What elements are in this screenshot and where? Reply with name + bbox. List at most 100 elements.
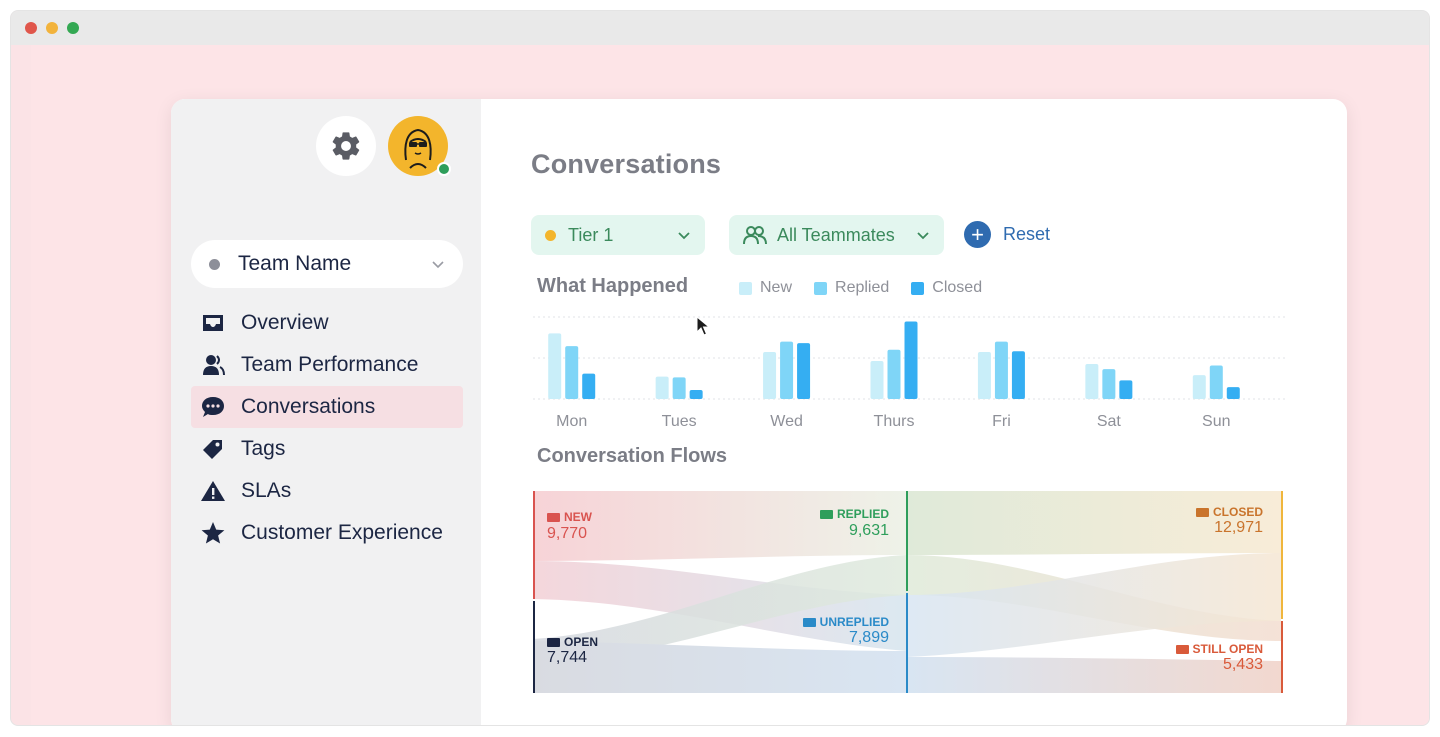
teammates-filter-dropdown[interactable]: All Teammates xyxy=(729,215,944,255)
sidebar-item-team-performance[interactable]: Team Performance xyxy=(191,344,463,386)
tier-filter-label: Tier 1 xyxy=(568,224,614,245)
browser-window: Team Name Overview Team Performance Conv… xyxy=(10,10,1430,726)
sidebar-item-label: SLAs xyxy=(241,479,292,502)
what-happened-title: What Happened xyxy=(537,275,689,297)
sidebar-nav: Overview Team Performance Conversations xyxy=(191,302,463,554)
x-tick-label: Mon xyxy=(556,413,587,430)
node-bar-still-open xyxy=(1281,621,1283,693)
node-value-new: 9,770 xyxy=(547,525,588,542)
node-name: NEW xyxy=(564,510,592,524)
node-name: UNREPLIED xyxy=(819,615,889,629)
mouse-pointer-icon xyxy=(696,315,711,336)
sidebar-item-tags[interactable]: Tags xyxy=(191,428,463,470)
sidebar-item-label: Overview xyxy=(241,311,329,334)
x-tick-label: Thurs xyxy=(874,413,915,430)
team-color-dot xyxy=(209,258,220,270)
node-label-open: OPEN xyxy=(547,635,598,649)
bar-closed-sun[interactable] xyxy=(1226,387,1240,399)
chat-bubble-icon xyxy=(199,393,227,421)
bar-replied-sun[interactable] xyxy=(1209,365,1223,399)
users-icon xyxy=(199,351,227,379)
bar-closed-tues[interactable] xyxy=(689,390,703,399)
bar-replied-thurs[interactable] xyxy=(887,349,901,399)
legend-label: New xyxy=(760,279,793,296)
node-bar-new xyxy=(533,491,535,599)
bar-new-thurs[interactable] xyxy=(870,360,884,399)
tier-color-dot xyxy=(545,229,556,241)
avatar[interactable] xyxy=(388,116,451,176)
bar-replied-sat[interactable] xyxy=(1102,369,1116,399)
plus-icon: + xyxy=(964,221,991,248)
envelope-icon xyxy=(802,617,816,627)
sidebar-item-label: Tags xyxy=(241,437,286,460)
sidebar-item-overview[interactable]: Overview xyxy=(191,302,463,344)
bar-closed-mon[interactable] xyxy=(582,373,596,399)
tier-filter-dropdown[interactable]: Tier 1 xyxy=(531,215,705,255)
users-icon xyxy=(743,226,767,245)
minimize-window-button[interactable] xyxy=(46,22,58,34)
x-tick-label: Tues xyxy=(662,413,697,430)
x-tick-label: Fri xyxy=(992,413,1011,430)
browser-titlebar xyxy=(11,11,1429,45)
conversation-flows-title: Conversation Flows xyxy=(537,445,728,467)
bar-replied-fri[interactable] xyxy=(994,341,1008,399)
node-value-closed: 12,971 xyxy=(1214,519,1263,536)
legend-swatch xyxy=(739,281,752,295)
node-name: OPEN xyxy=(564,635,599,649)
team-selector-label: Team Name xyxy=(238,252,352,275)
bar-closed-thurs[interactable] xyxy=(904,321,918,399)
legend-swatch xyxy=(911,281,925,295)
bar-closed-wed[interactable] xyxy=(797,343,811,399)
sidebar-item-label: Conversations xyxy=(241,395,376,418)
chevron-down-icon xyxy=(917,232,929,240)
sidebar-item-label: Customer Experience xyxy=(241,521,443,544)
sidebar: Team Name Overview Team Performance Conv… xyxy=(171,99,481,725)
sidebar-item-label: Team Performance xyxy=(241,353,419,376)
node-label-still-open: STILL OPEN xyxy=(1175,642,1263,656)
node-value-unreplied: 7,899 xyxy=(848,629,889,646)
bar-new-fri[interactable] xyxy=(977,352,991,399)
reset-button[interactable]: + Reset xyxy=(964,221,1050,248)
close-window-button[interactable] xyxy=(25,22,37,34)
bar-replied-wed[interactable] xyxy=(780,341,794,399)
node-name: CLOSED xyxy=(1212,505,1263,519)
legend-item-replied: Replied xyxy=(814,279,889,297)
bar-new-mon[interactable] xyxy=(548,333,562,399)
maximize-window-button[interactable] xyxy=(67,22,79,34)
chevron-down-icon xyxy=(432,261,444,269)
chart-legend: New Replied Closed xyxy=(739,279,982,297)
envelope-icon xyxy=(547,512,560,522)
bar-new-tues[interactable] xyxy=(655,376,669,399)
what-happened-bar-chart: Mon Tues Wed Thurs Fri Sat Sun xyxy=(533,316,1285,430)
sidebar-item-conversations[interactable]: Conversations xyxy=(191,386,463,428)
node-name: REPLIED xyxy=(836,507,889,521)
bar-closed-fri[interactable] xyxy=(1011,351,1025,399)
chevron-down-icon xyxy=(678,232,690,240)
bar-replied-mon[interactable] xyxy=(565,346,579,399)
bar-new-sat[interactable] xyxy=(1085,363,1099,399)
online-status-indicator xyxy=(437,162,451,176)
node-value-replied: 9,631 xyxy=(848,522,889,539)
node-value-still-open: 5,433 xyxy=(1222,656,1263,673)
bar-new-wed[interactable] xyxy=(763,352,777,399)
legend-item-closed: Closed xyxy=(911,279,982,297)
page-title: Conversations xyxy=(531,149,722,179)
settings-button[interactable] xyxy=(316,116,376,176)
main-content: Conversations Tier 1 All Teammates + Res… xyxy=(481,99,1347,725)
team-selector[interactable]: Team Name xyxy=(191,240,463,288)
sidebar-item-customer-experience[interactable]: Customer Experience xyxy=(191,512,463,554)
bar-new-sun[interactable] xyxy=(1192,375,1206,399)
node-value-open: 7,744 xyxy=(547,649,588,666)
node-bar-unreplied xyxy=(906,593,908,693)
envelope-icon xyxy=(1195,507,1209,517)
gear-icon xyxy=(332,132,360,160)
node-label-replied: REPLIED xyxy=(819,507,889,521)
reset-label: Reset xyxy=(1003,224,1051,244)
node-bar-open xyxy=(533,601,535,693)
bar-closed-sat[interactable] xyxy=(1119,380,1133,399)
sankey-canvas xyxy=(533,491,1283,693)
bar-replied-tues[interactable] xyxy=(672,377,686,399)
app-card: Team Name Overview Team Performance Conv… xyxy=(171,99,1347,725)
sidebar-item-slas[interactable]: SLAs xyxy=(191,470,463,512)
warning-icon xyxy=(199,477,227,505)
